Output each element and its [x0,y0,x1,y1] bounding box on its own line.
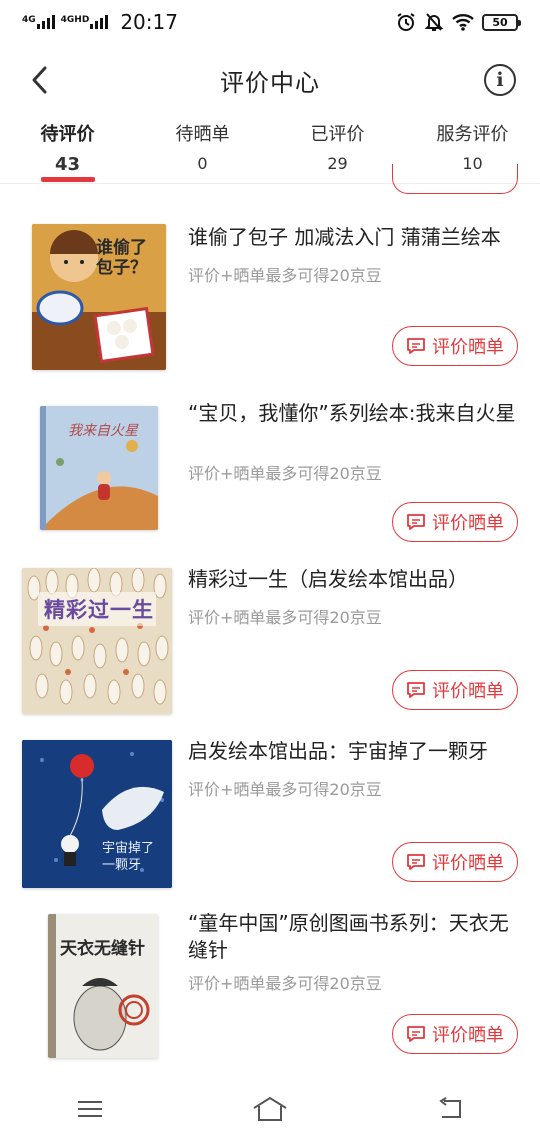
tab-pending-review[interactable]: 待评价 43 [0,112,135,183]
rate-and-share-button[interactable]: 评价晒单 [392,502,518,542]
list-item: 精彩过一生 精彩过一生（启发绘本馆出品） 评价+晒单最多可得20京豆 评价晒单 [0,550,540,722]
battery-icon: 50 [482,13,521,31]
book-cover-image: 宇宙掉了一颗牙 [22,740,172,888]
product-title[interactable]: 启发绘本馆出品：宇宙掉了一颗牙 [188,738,518,765]
tab-pending-photo[interactable]: 待晒单 0 [135,112,270,183]
bonus-hint: 评价+晒单最多可得20京豆 [188,974,382,993]
rate-and-share-button[interactable]: 评价晒单 [392,670,518,710]
mute-icon [424,13,444,31]
product-title[interactable]: “童年中国”原创图画书系列：天衣无缝针 [188,910,518,964]
product-title[interactable]: “宝贝，我懂你”系列绘本:我来自火星 [188,400,518,427]
list-item: 我来自火星 “宝贝，我懂你”系列绘本:我来自火星 评价+晒单最多可得20京豆 评… [0,378,540,550]
rate-and-share-button[interactable]: 评价晒单 [392,1014,518,1054]
home-icon[interactable] [250,1094,290,1124]
book-cover-image: 精彩过一生 [22,568,172,714]
page-title: 评价中心 [220,68,320,97]
comment-icon [407,854,425,870]
bonus-hint: 评价+晒单最多可得20京豆 [188,464,382,483]
cover-title: 谁偷了包子？ [96,238,147,278]
rate-and-share-button[interactable]: 评价晒单 [392,842,518,882]
bonus-hint: 评价+晒单最多可得20京豆 [188,608,382,627]
bonus-hint: 评价+晒单最多可得20京豆 [188,780,382,799]
wifi-icon [452,14,474,31]
cover-title: 精彩过一生 [44,598,154,622]
list-item: 谁偷了包子？ 谁偷了包子 加减法入门 蒲蒲兰绘本 评价+晒单最多可得20京豆 评… [0,196,540,378]
top-app-bar: 评价中心 i [0,52,540,108]
menu-icon[interactable] [70,1094,110,1124]
comment-icon [407,338,425,354]
book-cover-image: 天衣无缝针 [48,914,158,1058]
system-nav-bar [0,1078,540,1140]
product-title[interactable]: 谁偷了包子 加减法入门 蒲蒲兰绘本 [188,224,518,251]
status-bar: 4G 4GHD 20:17 50 [0,0,540,44]
signal-sim1: 4G [22,15,55,29]
list-item: 天衣无缝针 “童年中国”原创图画书系列：天衣无缝针 评价+晒单最多可得20京豆 … [0,894,540,1070]
alarm-icon [397,13,415,31]
tab-reviewed[interactable]: 已评价 29 [270,112,405,183]
cover-title: 天衣无缝针 [60,939,145,959]
chevron-left-icon[interactable] [26,62,56,98]
comment-icon [407,514,425,530]
cover-title: 宇宙掉了一颗牙 [102,841,155,873]
list-item: 宇宙掉了一颗牙 启发绘本馆出品：宇宙掉了一颗牙 评价+晒单最多可得20京豆 评价… [0,722,540,894]
bonus-hint: 评价+晒单最多可得20京豆 [188,266,382,285]
clock: 20:17 [120,10,178,34]
book-cover-image: 我来自火星 [40,406,158,530]
signal-sim2: 4GHD [61,15,109,29]
rate-button-partial[interactable] [392,164,518,194]
book-cover-image: 谁偷了包子？ [32,224,166,370]
rate-and-share-button[interactable]: 评价晒单 [392,326,518,366]
product-title[interactable]: 精彩过一生（启发绘本馆出品） [188,566,518,593]
comment-icon [407,682,425,698]
info-icon[interactable]: i [484,64,516,96]
cover-title: 我来自火星 [68,423,138,439]
comment-icon [407,1026,425,1042]
back-icon[interactable] [430,1094,470,1124]
